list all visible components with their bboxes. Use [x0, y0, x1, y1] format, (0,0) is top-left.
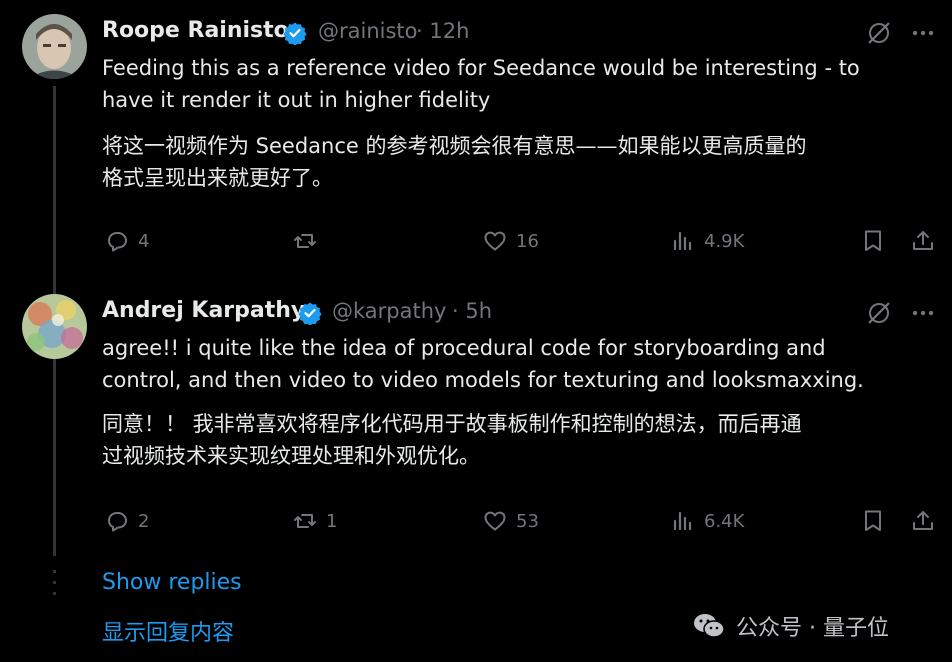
- share-icon: [913, 231, 933, 250]
- tweet-text-line: Feeding this as a reference video for Se…: [102, 56, 860, 80]
- verified-badge-icon: [298, 302, 322, 325]
- tweet-text-line: 过视频技术来实现纹理处理和外观优化。: [102, 444, 480, 468]
- reply-count: 2: [138, 510, 150, 532]
- timestamp[interactable]: · 5h: [452, 299, 492, 323]
- repost-count: 1: [326, 510, 338, 532]
- views-button[interactable]: 6.4K: [670, 508, 744, 534]
- views-icon: [673, 511, 692, 531]
- reply-icon: [108, 232, 127, 252]
- show-replies-link[interactable]: Show replies: [102, 570, 242, 595]
- grok-icon[interactable]: [866, 300, 892, 330]
- more-options-icon[interactable]: [910, 300, 936, 330]
- tweet-text-zh: 同意！！ 我非常喜欢将程序化代码用于故事板制作和控制的想法，而后再通 过视频技术…: [102, 408, 922, 472]
- tweet-text-line: 将这一视频作为 Seedance 的参考视频会很有意思——如果能以更高质量的: [102, 134, 807, 158]
- tweet-text-line: 格式呈现出来就更好了。: [102, 166, 333, 190]
- like-count: 16: [516, 230, 539, 252]
- tweet-text-line: have it render it out in higher fidelity: [102, 88, 491, 112]
- tweet-text-zh: 将这一视频作为 Seedance 的参考视频会很有意思——如果能以更高质量的 格…: [102, 130, 922, 194]
- tweet-text-line: agree!! i quite like the idea of procedu…: [102, 336, 826, 360]
- repost-button[interactable]: 1: [292, 508, 337, 534]
- tweet-text-en: Feeding this as a reference video for Se…: [102, 52, 922, 116]
- tweet-text-line: control, and then video to video models …: [102, 368, 864, 392]
- verified-badge-icon: [283, 22, 307, 45]
- reply-icon: [108, 512, 127, 532]
- like-button[interactable]: 53: [482, 508, 539, 534]
- share-button[interactable]: [910, 228, 936, 254]
- avatar-karpathy[interactable]: [22, 294, 87, 359]
- repost-icon: [294, 234, 316, 248]
- show-replies-link-zh[interactable]: 显示回复内容: [102, 615, 234, 647]
- share-button[interactable]: [910, 508, 936, 534]
- repost-icon: [294, 514, 316, 528]
- views-icon: [673, 231, 692, 251]
- bookmark-button[interactable]: [860, 508, 886, 534]
- bookmark-button[interactable]: [860, 228, 886, 254]
- heart-icon: [484, 511, 506, 531]
- grok-icon[interactable]: [866, 20, 892, 50]
- timestamp[interactable]: · 12h: [416, 19, 469, 43]
- author-name[interactable]: Andrej Karpathy: [102, 298, 305, 323]
- thread-dots: [53, 570, 56, 602]
- reply-count: 4: [138, 230, 150, 252]
- author-name[interactable]: Roope Rainisto: [102, 18, 289, 43]
- views-count: 4.9K: [704, 230, 745, 252]
- author-handle[interactable]: @rainisto: [318, 19, 418, 43]
- watermark: 公众号 · 量子位: [692, 610, 889, 642]
- reply-button[interactable]: 2: [104, 508, 149, 534]
- like-button[interactable]: 16: [482, 228, 539, 254]
- author-handle[interactable]: @karpathy: [332, 299, 446, 323]
- like-count: 53: [516, 510, 539, 532]
- bookmark-icon: [865, 230, 881, 251]
- watermark-text: 公众号 · 量子位: [736, 616, 889, 641]
- tweet-text-en: agree!! i quite like the idea of procedu…: [102, 332, 922, 396]
- tweet-text-line: 同意！！ 我非常喜欢将程序化代码用于故事板制作和控制的想法，而后再通: [102, 412, 802, 436]
- bookmark-icon: [865, 510, 881, 531]
- avatar-roope[interactable]: [22, 14, 87, 79]
- wechat-icon: [694, 614, 725, 638]
- views-button[interactable]: 4.9K: [670, 228, 744, 254]
- repost-button[interactable]: [292, 228, 326, 254]
- views-count: 6.4K: [704, 510, 745, 532]
- share-icon: [913, 511, 933, 530]
- heart-icon: [484, 231, 506, 251]
- more-options-icon[interactable]: [910, 20, 936, 50]
- reply-button[interactable]: 4: [104, 228, 149, 254]
